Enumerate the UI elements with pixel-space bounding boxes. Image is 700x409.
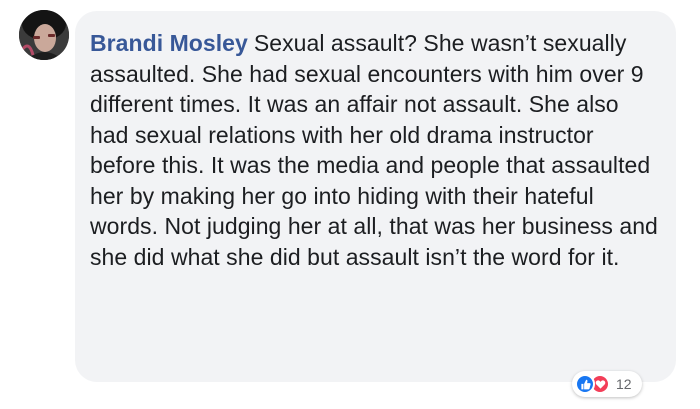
comment-text: Sexual assault? She wasn’t sexually assa… — [90, 30, 658, 270]
comment-body: Brandi Mosley Sexual assault? She wasn’t … — [90, 28, 658, 272]
comment-author-link[interactable]: Brandi Mosley — [90, 30, 248, 56]
reactions-summary[interactable]: 12 — [572, 371, 642, 397]
avatar-photo — [19, 10, 69, 60]
comment-bubble: Brandi Mosley Sexual assault? She wasn’t … — [75, 11, 676, 382]
like-icon — [575, 374, 595, 394]
avatar[interactable] — [19, 10, 69, 60]
reaction-count: 12 — [616, 376, 632, 392]
